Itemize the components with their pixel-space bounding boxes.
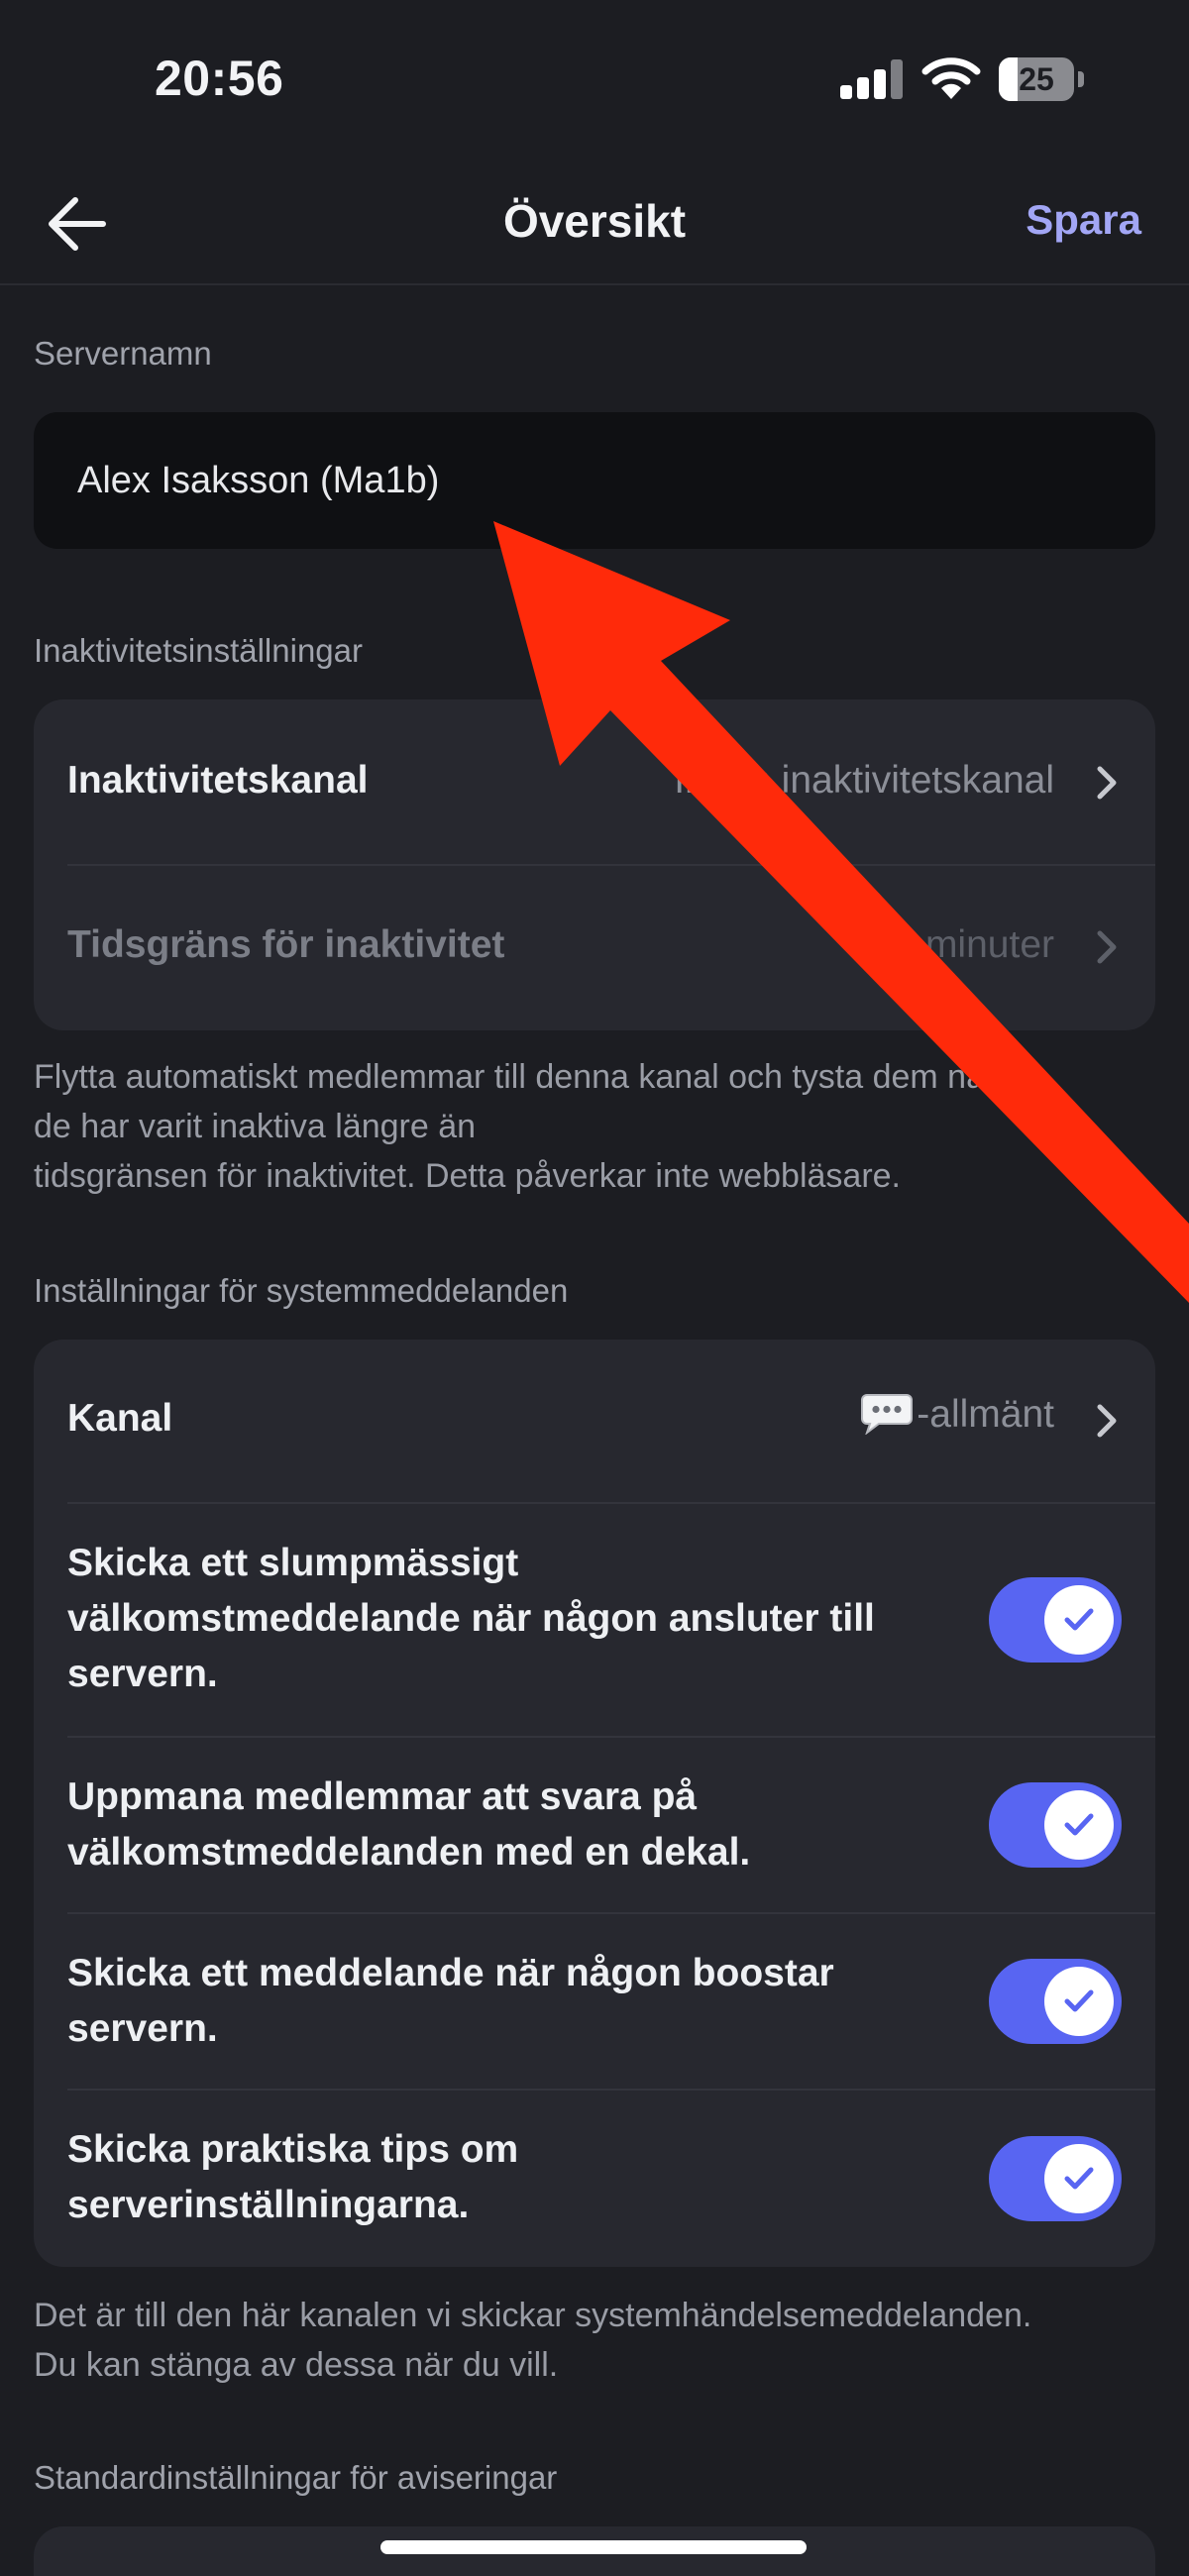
status-time: 20:56 [155, 51, 284, 106]
toggle-label-line: Skicka praktiska tips om [67, 2128, 519, 2171]
inactivity-channel-row[interactable]: Inaktivitetskanal Ingen inaktivitetskana… [34, 699, 1155, 864]
checkmark-icon [1064, 2167, 1094, 2190]
system-channel-row[interactable]: Kanal -allmänt [34, 1340, 1155, 1502]
page-title: Översikt [502, 195, 687, 247]
inactivity-section-label: Inaktivitetsinställningar [34, 632, 363, 669]
server-tips-toggle[interactable] [989, 2136, 1122, 2221]
system-channel-name: -allmänt [917, 1393, 1054, 1436]
server-name-label: Servernamn [34, 335, 212, 372]
help-line: Det är till den här kanalen vi skickar s… [34, 2297, 1032, 2334]
inactivity-channel-label: Inaktivitetskanal [67, 759, 369, 802]
help-line: Du kan stänga av dessa när du vill. [34, 2346, 559, 2384]
system-messages-help-text: Det är till den här kanalen vi skickar s… [34, 2291, 1163, 2390]
welcome-message-toggle-row: Skicka ett slumpmässigt välkomstmeddelan… [34, 1504, 1155, 1736]
help-line: Flytta automatiskt medlemmar till denna … [34, 1058, 997, 1096]
help-line: tidsgränsen för inaktivitet. Detta påver… [34, 1157, 902, 1195]
sticker-reply-toggle-row: Uppmana medlemmar att svara på välkomstm… [34, 1738, 1155, 1912]
system-channel-label: Kanal [67, 1397, 173, 1440]
inactivity-timeout-label: Tidsgräns för inaktivitet [67, 923, 505, 966]
nav-divider [0, 283, 1189, 285]
help-line: de har varit inaktiva längre än [34, 1108, 477, 1145]
boost-message-toggle-row: Skicka ett meddelande när någon boostar … [34, 1914, 1155, 2089]
welcome-message-toggle[interactable] [989, 1577, 1122, 1663]
inactivity-channel-value: Ingen inaktivitetskanal [674, 759, 1054, 802]
toggle-label-line: Skicka ett meddelande när någon boostar [67, 1952, 834, 1994]
welcome-message-toggle-label: Skicka ett slumpmässigt välkomstmeddelan… [67, 1536, 979, 1702]
cellular-signal-icon [840, 59, 904, 99]
toggle-label-line: Skicka ett slumpmässigt [67, 1542, 519, 1584]
inactivity-card: Inaktivitetskanal Ingen inaktivitetskana… [34, 699, 1155, 1030]
inactivity-help-text: Flytta automatiskt medlemmar till denna … [34, 1052, 1163, 1201]
server-name-input[interactable]: Alex Isaksson (Ma1b) [34, 412, 1155, 549]
sticker-reply-toggle-label: Uppmana medlemmar att svara på välkomstm… [67, 1770, 979, 1880]
server-tips-toggle-row: Skicka praktiska tips om serverinställni… [34, 2091, 1155, 2267]
sticker-reply-toggle[interactable] [989, 1782, 1122, 1868]
checkmark-icon [1064, 1989, 1094, 2012]
toggle-label-line: Uppmana medlemmar att svara på [67, 1775, 698, 1818]
checkmark-icon [1064, 1813, 1094, 1836]
toggle-label-line: servern. [67, 1653, 218, 1695]
inactivity-timeout-row[interactable]: Tidsgräns för inaktivitet 5 minuter [34, 866, 1155, 1030]
toggle-label-line: välkomstmeddelande när någon ansluter ti… [67, 1597, 875, 1640]
battery-icon: 25 [999, 57, 1084, 101]
battery-level: 25 [1019, 61, 1054, 97]
system-channel-value: -allmänt [861, 1391, 1054, 1437]
wifi-icon [921, 57, 981, 99]
server-tips-toggle-label: Skicka praktiska tips om serverinställni… [67, 2122, 979, 2233]
chevron-right-icon [1097, 1404, 1117, 1438]
notifications-section-label: Standardinställningar för aviseringar [34, 2459, 558, 2496]
toggle-label-line: serverinställningarna. [67, 2184, 470, 2226]
chevron-right-icon [1097, 766, 1117, 800]
toggle-label-line: välkomstmeddelanden med en dekal. [67, 1831, 751, 1874]
system-messages-section-label: Inställningar för systemmeddelanden [34, 1272, 569, 1309]
checkmark-icon [1064, 1608, 1094, 1631]
home-indicator [380, 2540, 807, 2554]
boost-message-toggle[interactable] [989, 1959, 1122, 2044]
save-button[interactable]: Spara [1026, 196, 1141, 244]
speech-bubble-icon [861, 1394, 914, 1435]
boost-message-toggle-label: Skicka ett meddelande när någon boostar … [67, 1946, 979, 2057]
chevron-right-icon [1097, 930, 1117, 964]
inactivity-timeout-value: 5 minuter [893, 923, 1054, 966]
system-messages-card: Kanal -allmänt Skicka ett slumpmässigt v… [34, 1340, 1155, 2267]
toggle-label-line: servern. [67, 2007, 218, 2050]
